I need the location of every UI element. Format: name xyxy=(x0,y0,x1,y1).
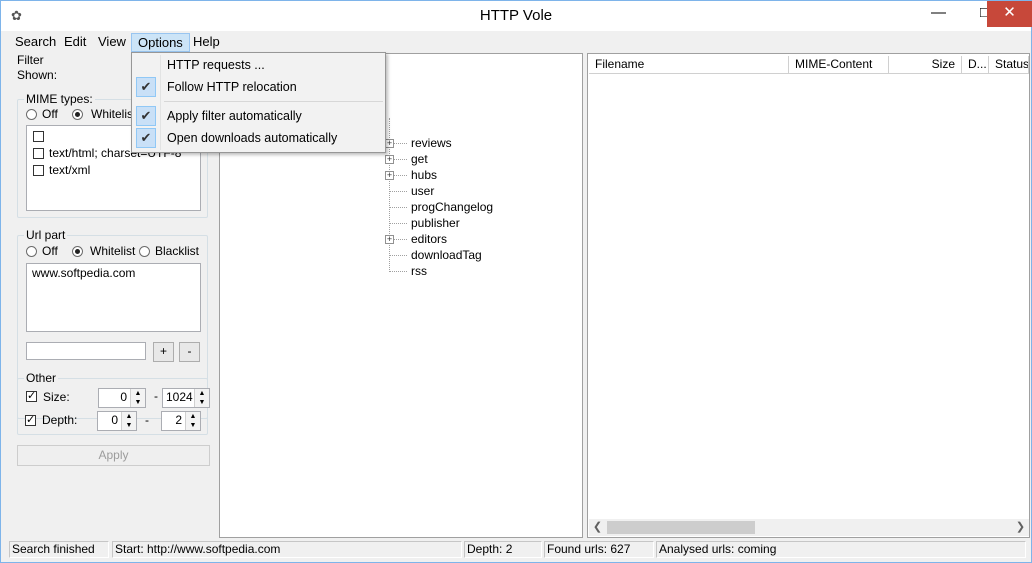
column-mime-content[interactable]: MIME-Content xyxy=(789,56,889,74)
tree-node[interactable]: publisher xyxy=(411,216,460,230)
depth-label: Depth: xyxy=(42,413,78,427)
tree-connector xyxy=(389,255,407,256)
tree-node[interactable]: rss xyxy=(411,264,427,278)
url-blacklist-label: Blacklist xyxy=(155,244,200,258)
check-icon: ✔ xyxy=(136,77,156,97)
tree-connector xyxy=(389,191,407,192)
remove-url-button[interactable]: - xyxy=(179,342,200,362)
tree-node[interactable]: editors xyxy=(411,232,447,246)
menu-follow-relocation[interactable]: ✔ Follow HTTP relocation xyxy=(134,76,383,98)
tree-connector xyxy=(389,207,407,208)
tree-connector xyxy=(389,223,407,224)
status-depth: Depth: 2 xyxy=(464,541,542,558)
horizontal-scrollbar[interactable]: ❮ ❯ xyxy=(589,519,1029,536)
scroll-right-icon[interactable]: ❯ xyxy=(1012,519,1029,536)
menu-apply-filter-auto[interactable]: ✔ Apply filter automatically xyxy=(134,105,383,127)
menu-item-label: Open downloads automatically xyxy=(167,131,338,145)
filter-title: Filter xyxy=(17,53,44,67)
url-item-label[interactable]: www.softpedia.com xyxy=(32,266,135,280)
apply-button[interactable]: Apply xyxy=(17,445,210,466)
close-button[interactable]: ✕ xyxy=(987,1,1032,27)
mime-item-checkbox[interactable] xyxy=(33,131,44,142)
minimize-button[interactable]: — xyxy=(916,1,961,27)
scroll-thumb[interactable] xyxy=(607,521,755,534)
mime-types-title: MIME types: xyxy=(24,92,95,106)
column-size[interactable]: Size xyxy=(889,56,962,74)
depth-checkbox[interactable]: ✓ xyxy=(25,415,36,426)
check-icon: ✔ xyxy=(136,106,156,126)
column-filename[interactable]: Filename xyxy=(589,56,789,74)
tree-node[interactable]: downloadTag xyxy=(411,248,482,262)
expand-icon[interactable]: + xyxy=(385,171,394,180)
size-label: Size: xyxy=(43,390,70,404)
url-off-radio[interactable] xyxy=(26,246,37,257)
url-list[interactable]: Filename MIME-Content Size D... Status ❮… xyxy=(587,53,1030,538)
menu-item-label: Follow HTTP relocation xyxy=(167,80,297,94)
url-whitelist-radio[interactable] xyxy=(72,246,83,257)
shown-label: Shown: xyxy=(17,68,58,82)
size-dash: - xyxy=(154,389,158,403)
expand-icon[interactable]: + xyxy=(385,139,394,148)
mime-whitelist-radio[interactable] xyxy=(72,109,83,120)
window-title: HTTP Vole xyxy=(479,7,553,24)
tree-node[interactable]: hubs xyxy=(411,168,437,182)
url-part-input[interactable] xyxy=(26,342,146,360)
tree-node[interactable]: progChangelog xyxy=(411,200,493,214)
size-checkbox[interactable]: ✓ xyxy=(26,391,37,402)
mime-item-checkbox[interactable] xyxy=(33,148,44,159)
expand-icon[interactable]: + xyxy=(385,235,394,244)
menu-help[interactable]: Help xyxy=(187,33,226,52)
menu-separator xyxy=(164,101,383,102)
menu-bar: Search Edit View Options Help xyxy=(1,32,1031,52)
mime-item-checkbox[interactable] xyxy=(33,165,44,176)
status-state: Search finished xyxy=(9,541,109,558)
mime-off-radio[interactable] xyxy=(26,109,37,120)
menu-edit[interactable]: Edit xyxy=(58,33,92,52)
menu-http-requests[interactable]: HTTP requests ... xyxy=(134,54,383,76)
tree-connector xyxy=(389,271,407,272)
menu-options[interactable]: Options xyxy=(131,33,190,52)
url-off-label: Off xyxy=(42,244,58,258)
size-from-spinner[interactable]: ▲ ▼ xyxy=(130,389,145,407)
tree-node[interactable]: reviews xyxy=(411,136,452,150)
tree-node[interactable]: user xyxy=(411,184,434,198)
mime-off-label: Off xyxy=(42,107,58,121)
scroll-left-icon[interactable]: ❮ xyxy=(589,519,606,536)
url-whitelist-label: Whitelist xyxy=(90,244,136,258)
menu-item-label: Apply filter automatically xyxy=(167,109,302,123)
menu-item-label: HTTP requests ... xyxy=(167,58,265,72)
check-icon: ✔ xyxy=(136,128,156,148)
depth-dash: - xyxy=(145,413,149,427)
tree-node[interactable]: get xyxy=(411,152,428,166)
status-start-url: Start: http://www.softpedia.com xyxy=(112,541,462,558)
menu-open-downloads-auto[interactable]: ✔ Open downloads automatically xyxy=(134,127,383,149)
mime-item-label: text/xml xyxy=(49,163,91,177)
url-blacklist-radio[interactable] xyxy=(139,246,150,257)
mime-whitelist-label: Whitelist xyxy=(91,107,137,121)
depth-to-spinner[interactable]: ▲ ▼ xyxy=(185,412,200,430)
url-part-title: Url part xyxy=(24,228,68,242)
depth-from-spinner[interactable]: ▲ ▼ xyxy=(121,412,136,430)
column-d[interactable]: D... xyxy=(962,56,989,74)
menu-view[interactable]: View xyxy=(92,33,132,52)
status-analysed-urls: Analysed urls: coming xyxy=(656,541,1026,558)
size-to-spinner[interactable]: ▲ ▼ xyxy=(194,389,209,407)
title-bar: ✿ HTTP Vole — □ ✕ xyxy=(1,1,1032,31)
expand-icon[interactable]: + xyxy=(385,155,394,164)
options-dropdown-menu: HTTP requests ... ✔ Follow HTTP relocati… xyxy=(131,52,386,153)
menu-search[interactable]: Search xyxy=(9,33,62,52)
status-bar: Search finished Start: http://www.softpe… xyxy=(1,540,1031,562)
url-part-list[interactable]: www.softpedia.com xyxy=(26,263,201,332)
add-url-button[interactable]: + xyxy=(153,342,174,362)
column-status[interactable]: Status xyxy=(989,56,1029,74)
other-title: Other xyxy=(24,371,59,385)
app-window: ✿ HTTP Vole — □ ✕ Search Edit View Optio… xyxy=(0,0,1032,563)
status-found-urls: Found urls: 627 xyxy=(544,541,654,558)
